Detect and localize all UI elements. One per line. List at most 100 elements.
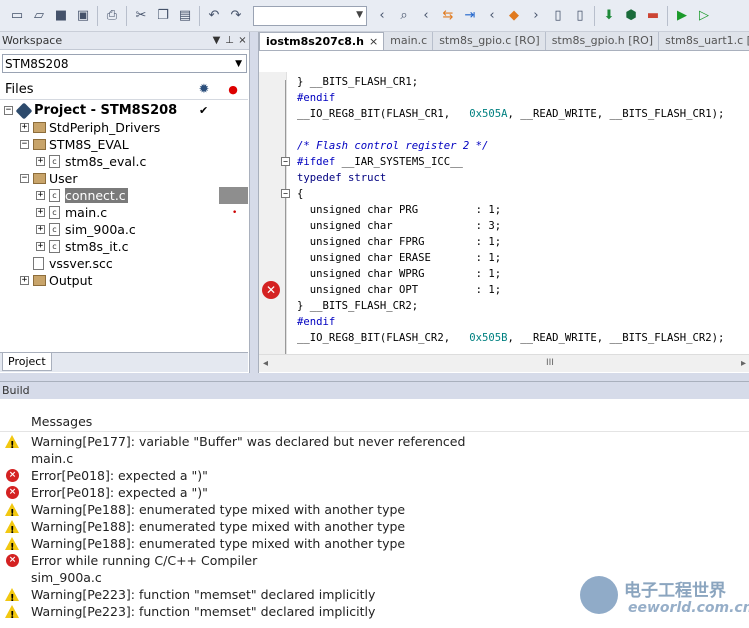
code-line: typedef struct bbox=[297, 172, 387, 184]
next-icon[interactable]: › bbox=[525, 5, 547, 27]
prev-icon[interactable]: ‹ bbox=[481, 5, 503, 27]
scroll-left-icon[interactable]: ◂ bbox=[263, 358, 268, 369]
folder-icon bbox=[33, 122, 46, 133]
tab-project[interactable]: Project bbox=[2, 353, 52, 371]
collapse-icon[interactable]: − bbox=[20, 140, 29, 149]
build-title: Build bbox=[0, 382, 749, 399]
chevron-down-icon[interactable]: ▼ bbox=[210, 35, 223, 46]
indent-icon[interactable]: ⇥ bbox=[459, 5, 481, 27]
tree-item[interactable]: + c stm8s_it.c bbox=[0, 238, 248, 255]
breakpoint-dot-icon: ● bbox=[228, 83, 238, 96]
tab-stm8s-gpio-h-ro-[interactable]: stm8s_gpio.h [RO] bbox=[546, 32, 660, 50]
modified-dot-icon: • bbox=[232, 207, 238, 218]
fold-toggle-icon[interactable]: − bbox=[281, 157, 290, 166]
expand-icon[interactable]: + bbox=[36, 208, 45, 217]
message-row[interactable]: main.c bbox=[0, 450, 749, 467]
c-file-icon: c bbox=[49, 155, 60, 168]
tree-item[interactable]: + c connect.c bbox=[0, 187, 248, 204]
fold-toggle-icon[interactable]: − bbox=[281, 189, 290, 198]
tree-item[interactable]: + Output bbox=[0, 272, 248, 289]
tree-item[interactable]: − User bbox=[0, 170, 248, 187]
tree-item[interactable]: + StdPeriph_Drivers bbox=[0, 119, 248, 136]
message-row[interactable]: Warning[Pe177]: variable "Buffer" was de… bbox=[0, 433, 749, 454]
error-marker-icon[interactable]: ✕ bbox=[262, 281, 280, 299]
replace-icon[interactable]: ⇆ bbox=[437, 5, 459, 27]
paste-icon[interactable]: ▤ bbox=[174, 5, 196, 27]
tree-item[interactable]: − Project - STM8S208 ✔ bbox=[0, 102, 248, 120]
pin-icon[interactable]: ⊥ bbox=[223, 35, 236, 46]
scroll-right-icon[interactable]: ▸ bbox=[741, 358, 746, 369]
scroll-thumb[interactable]: III bbox=[546, 358, 554, 368]
back-icon[interactable]: ‹ bbox=[415, 5, 437, 27]
message-row[interactable]: Warning[Pe188]: enumerated type mixed wi… bbox=[0, 501, 749, 522]
file-icon bbox=[33, 257, 44, 270]
tab-iostm8s207c8-h[interactable]: iostm8s207c8.h × bbox=[259, 32, 385, 50]
file-icon[interactable]: ▯ bbox=[569, 5, 591, 27]
expand-icon[interactable]: + bbox=[20, 123, 29, 132]
message-row[interactable]: Warning[Pe188]: enumerated type mixed wi… bbox=[0, 518, 749, 539]
code-line: __IO_REG8_BIT(FLASH_CR2, 0x505B, __READ_… bbox=[297, 332, 725, 344]
save-icon[interactable]: ■ bbox=[50, 5, 72, 27]
tree-item-label: StdPeriph_Drivers bbox=[49, 120, 161, 135]
open-folder-icon[interactable]: ▱ bbox=[28, 5, 50, 27]
watermark-title: 电子工程世界 bbox=[624, 581, 726, 601]
undo-icon[interactable]: ↶ bbox=[203, 5, 225, 27]
print-icon[interactable]: ⎙ bbox=[101, 5, 123, 27]
compile-icon[interactable]: ⬇ bbox=[598, 5, 620, 27]
back-icon[interactable]: ‹ bbox=[371, 5, 393, 27]
watermark: 电子工程世界 eeworld.com.cn bbox=[580, 572, 749, 622]
save-all-icon[interactable]: ▣ bbox=[72, 5, 94, 27]
message-text: Warning[Pe188]: enumerated type mixed wi… bbox=[31, 519, 406, 534]
horizontal-scrollbar[interactable]: ◂ III ▸ bbox=[259, 354, 749, 372]
tree-item[interactable]: − STM8S_EVAL bbox=[0, 136, 248, 153]
bookmark-icon[interactable]: ◆ bbox=[503, 5, 525, 27]
code-line: unsigned char FPRG : 1; bbox=[297, 236, 502, 248]
expand-icon[interactable]: + bbox=[36, 225, 45, 234]
tree-item[interactable]: + c sim_900a.c bbox=[0, 221, 248, 238]
debug-icon[interactable]: ▬ bbox=[642, 5, 664, 27]
tree-item[interactable]: + c stm8s_eval.c bbox=[0, 153, 248, 170]
workspace-panel: Workspace ▼ ⊥ × STM8S208 ▼ Files ✹ ● − Pr… bbox=[0, 32, 250, 373]
message-row[interactable]: × Error[Pe018]: expected a ")" bbox=[0, 467, 749, 484]
expand-icon[interactable]: + bbox=[36, 191, 45, 200]
collapse-icon[interactable]: − bbox=[4, 106, 13, 115]
tab-main-c[interactable]: main.c bbox=[384, 32, 434, 50]
close-icon[interactable]: × bbox=[236, 35, 249, 46]
message-row[interactable]: Warning[Pe188]: enumerated type mixed wi… bbox=[0, 535, 749, 556]
cut-icon[interactable]: ✂ bbox=[130, 5, 152, 27]
go-icon[interactable]: ▶ bbox=[671, 5, 693, 27]
tab-stm8s-uart1-c-ro-[interactable]: stm8s_uart1.c [RO] bbox=[659, 32, 749, 50]
gear-icon[interactable]: ✹ bbox=[190, 82, 218, 97]
toolbar-separator bbox=[199, 5, 200, 26]
expand-icon[interactable]: + bbox=[20, 276, 29, 285]
collapse-icon[interactable]: − bbox=[20, 174, 29, 183]
step-icon[interactable]: ▷ bbox=[693, 5, 715, 27]
code-area[interactable]: } __BITS_FLASH_CR1; #endif __IO_REG8_BIT(F… bbox=[297, 74, 749, 346]
find-icon[interactable]: ⌕ bbox=[393, 5, 415, 27]
tab-stm8s-gpio-c-ro-[interactable]: stm8s_gpio.c [RO] bbox=[433, 32, 546, 50]
file-icon[interactable]: ▯ bbox=[547, 5, 569, 27]
code-line: { bbox=[297, 188, 304, 200]
copy-icon[interactable]: ❐ bbox=[152, 5, 174, 27]
close-icon[interactable]: × bbox=[369, 35, 378, 48]
expand-icon[interactable]: + bbox=[36, 242, 45, 251]
error-icon: × bbox=[6, 554, 19, 567]
c-file-icon: c bbox=[49, 223, 60, 236]
find-dropdown[interactable]: ▼ bbox=[253, 5, 367, 26]
make-icon[interactable]: ⬢ bbox=[620, 5, 642, 27]
message-row[interactable]: × Error while running C/C++ Compiler bbox=[0, 552, 749, 569]
tab-label: iostm8s207c8.h bbox=[266, 35, 364, 48]
configuration-select[interactable]: STM8S208 ▼ bbox=[2, 54, 247, 73]
redo-icon[interactable]: ↷ bbox=[225, 5, 247, 27]
tree-item[interactable]: + c main.c • bbox=[0, 204, 248, 221]
code-line: unsigned char WPRG : 1; bbox=[297, 268, 502, 280]
tree-item-label: vssver.scc bbox=[49, 256, 113, 271]
message-text: Error[Pe018]: expected a ")" bbox=[31, 485, 208, 500]
chevron-down-icon: ▼ bbox=[356, 9, 363, 20]
new-file-icon[interactable]: ▭ bbox=[6, 5, 28, 27]
expand-icon[interactable]: + bbox=[36, 157, 45, 166]
tree-item[interactable]: vssver.scc bbox=[0, 255, 248, 272]
toolbar-separator bbox=[97, 5, 98, 26]
message-row[interactable]: × Error[Pe018]: expected a ")" bbox=[0, 484, 749, 501]
editor-gutter: ✕ bbox=[259, 72, 287, 357]
